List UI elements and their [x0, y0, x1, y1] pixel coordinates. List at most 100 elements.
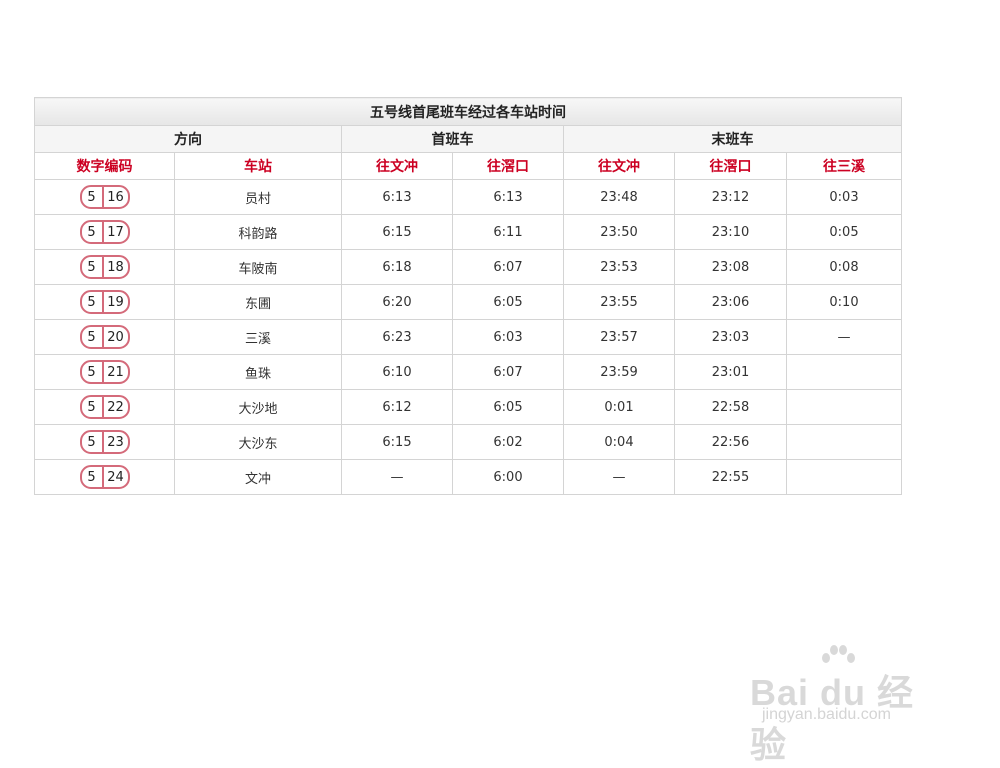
- table-row: 5 18 车陂南 6:18 6:07 23:53 23:08 0:08: [34, 249, 903, 285]
- col-last-to-wenchong: 往文冲: [563, 152, 675, 180]
- time-cell: [785, 424, 903, 460]
- station-name-cell: 大沙东: [174, 424, 342, 460]
- col-last-to-sanxi: 往三溪: [785, 152, 903, 180]
- station-code-badge: 5 17: [79, 220, 130, 244]
- station-code-badge: 5 22: [79, 395, 130, 419]
- station-code-badge: 5 20: [79, 325, 130, 349]
- time-cell: 23:48: [563, 179, 675, 215]
- col-first-to-jiaokou: 往滘口: [452, 152, 564, 180]
- station-number: 17: [107, 224, 124, 240]
- table-row: 5 22 大沙地 6:12 6:05 0:01 22:58: [34, 389, 903, 425]
- watermark-url: jingyan.baidu.com: [762, 706, 891, 723]
- time-cell: 22:58: [674, 389, 787, 425]
- time-cell: 0:03: [785, 179, 903, 215]
- station-code-cell: 5 16: [34, 179, 175, 215]
- time-cell: 6:10: [341, 354, 453, 390]
- time-cell: 6:15: [341, 424, 453, 460]
- time-cell: 6:02: [452, 424, 564, 460]
- station-name-cell: 鱼珠: [174, 354, 342, 390]
- time-cell: 6:00: [452, 459, 564, 495]
- time-cell: 23:57: [563, 319, 675, 355]
- station-code-cell: 5 19: [34, 284, 175, 320]
- line-number: 5: [82, 222, 104, 242]
- line-number: 5: [82, 327, 104, 347]
- time-cell: 6:12: [341, 389, 453, 425]
- time-cell: 0:10: [785, 284, 903, 320]
- table-row: 5 17 科韵路 6:15 6:11 23:50 23:10 0:05: [34, 214, 903, 250]
- line-number: 5: [82, 432, 104, 452]
- station-code-cell: 5 21: [34, 354, 175, 390]
- time-cell: 6:03: [452, 319, 564, 355]
- time-cell: 6:13: [341, 179, 453, 215]
- station-code-cell: 5 20: [34, 319, 175, 355]
- time-cell: 23:01: [674, 354, 787, 390]
- time-cell: [785, 354, 903, 390]
- table-row: 5 23 大沙东 6:15 6:02 0:04 22:56: [34, 424, 903, 460]
- station-code-cell: 5 17: [34, 214, 175, 250]
- time-cell: 6:07: [452, 354, 564, 390]
- time-cell: —: [785, 319, 903, 355]
- time-cell: 6:05: [452, 284, 564, 320]
- time-cell: 23:55: [563, 284, 675, 320]
- time-cell: 6:13: [452, 179, 564, 215]
- station-code-badge: 5 21: [79, 360, 130, 384]
- line-number: 5: [82, 187, 104, 207]
- station-code-badge: 5 23: [79, 430, 130, 454]
- station-code-cell: 5 18: [34, 249, 175, 285]
- col-first-to-wenchong: 往文冲: [341, 152, 453, 180]
- table-row: 5 24 文冲 —6:00—22:55: [34, 459, 903, 495]
- time-cell: 23:06: [674, 284, 787, 320]
- col-station: 车站: [174, 152, 342, 180]
- time-cell: 23:59: [563, 354, 675, 390]
- time-cell: —: [341, 459, 453, 495]
- line-number: 5: [82, 397, 104, 417]
- station-name-cell: 车陂南: [174, 249, 342, 285]
- station-number: 24: [107, 469, 124, 485]
- time-cell: 22:55: [674, 459, 787, 495]
- time-cell: 0:05: [785, 214, 903, 250]
- station-name-cell: 文冲: [174, 459, 342, 495]
- station-number: 21: [107, 364, 124, 380]
- time-cell: [785, 459, 903, 495]
- table-row: 5 21 鱼珠 6:10 6:07 23:59 23:01: [34, 354, 903, 390]
- time-cell: 23:50: [563, 214, 675, 250]
- time-cell: 23:08: [674, 249, 787, 285]
- schedule-table: 五号线首尾班车经过各车站时间 方向 首班车 末班车 数字编码 车站 往文冲 往滘…: [33, 97, 903, 495]
- line-number: 5: [82, 292, 104, 312]
- time-cell: 6:23: [341, 319, 453, 355]
- time-cell: 6:05: [452, 389, 564, 425]
- table-row: 5 20 三溪 6:23 6:03 23:57 23:03—: [34, 319, 903, 355]
- time-cell: 22:56: [674, 424, 787, 460]
- time-cell: 23:53: [563, 249, 675, 285]
- time-cell: 0:01: [563, 389, 675, 425]
- station-code-badge: 5 16: [79, 185, 130, 209]
- table-row: 5 19 东圃 6:20 6:05 23:55 23:06 0:10: [34, 284, 903, 320]
- station-code-badge: 5 18: [79, 255, 130, 279]
- station-number: 22: [107, 399, 124, 415]
- station-code-cell: 5 24: [34, 459, 175, 495]
- line-number: 5: [82, 467, 104, 487]
- station-code-badge: 5 24: [79, 465, 130, 489]
- table-body: 5 16 员村 6:13 6:13 23:48 23:12 0:03 5 17 科韵路 6:15 6:1…: [34, 179, 903, 495]
- station-number: 18: [107, 259, 124, 275]
- station-number: 23: [107, 434, 124, 450]
- station-number: 16: [107, 189, 124, 205]
- table-row: 5 16 员村 6:13 6:13 23:48 23:12 0:03: [34, 179, 903, 215]
- station-code-cell: 5 23: [34, 424, 175, 460]
- time-cell: 23:03: [674, 319, 787, 355]
- time-cell: 23:10: [674, 214, 787, 250]
- group-first-train: 首班车: [341, 125, 564, 153]
- time-cell: 6:11: [452, 214, 564, 250]
- group-last-train: 末班车: [562, 125, 903, 153]
- group-direction: 方向: [34, 125, 342, 153]
- time-cell: 6:07: [452, 249, 564, 285]
- station-number: 19: [107, 294, 124, 310]
- station-code-cell: 5 22: [34, 389, 175, 425]
- line-number: 5: [82, 257, 104, 277]
- time-cell: [785, 389, 903, 425]
- time-cell: 0:08: [785, 249, 903, 285]
- line-number: 5: [82, 362, 104, 382]
- station-name-cell: 东圃: [174, 284, 342, 320]
- time-cell: —: [563, 459, 675, 495]
- station-name-cell: 三溪: [174, 319, 342, 355]
